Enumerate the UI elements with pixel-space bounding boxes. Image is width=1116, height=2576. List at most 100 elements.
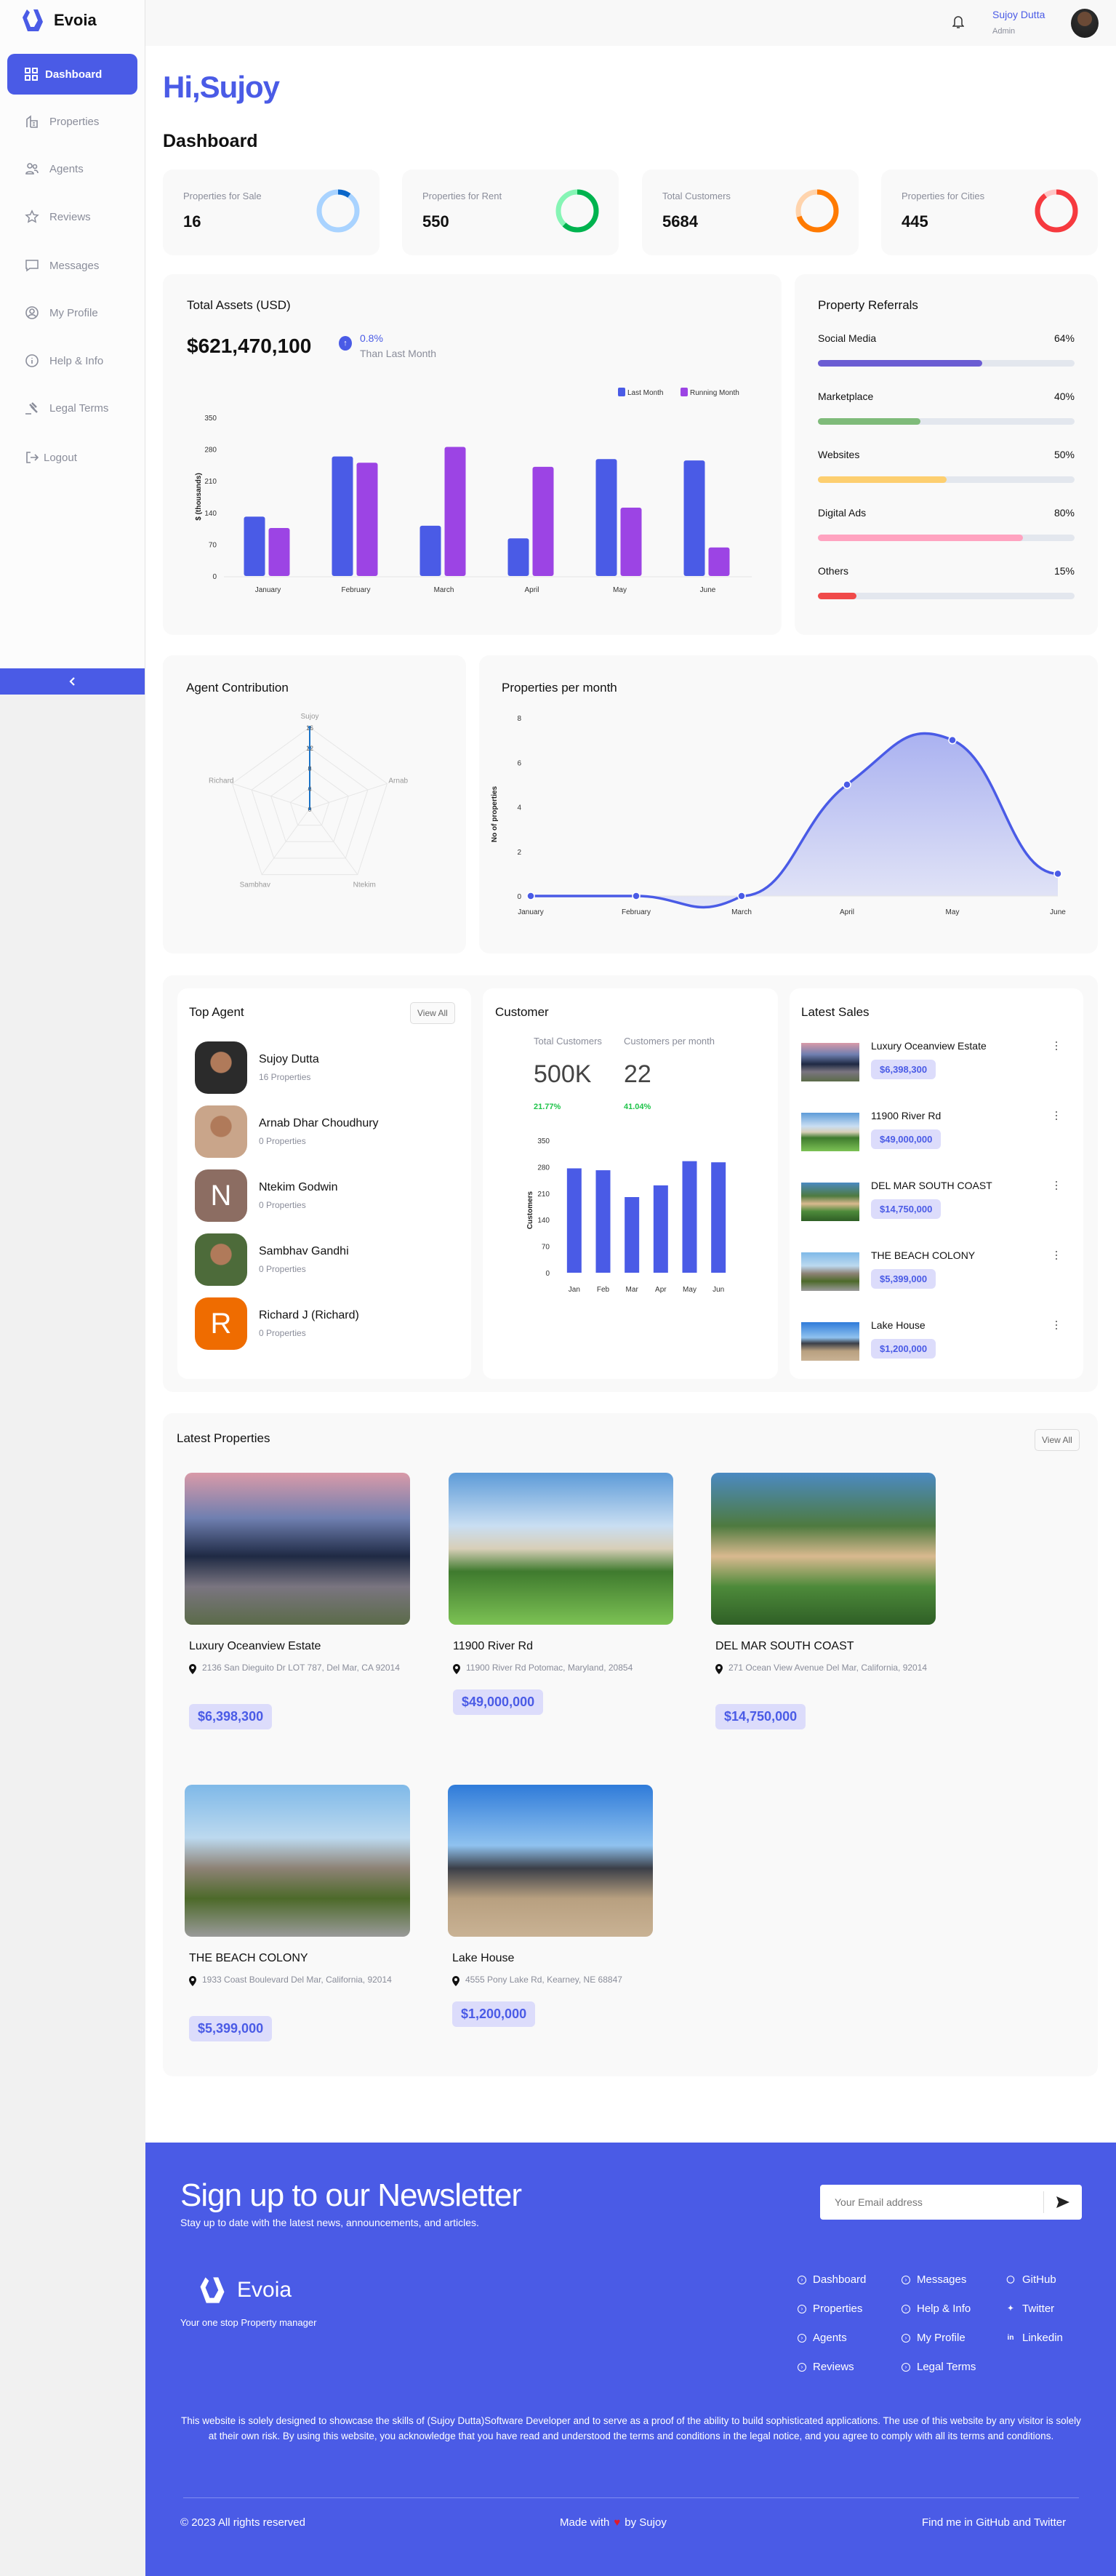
bar-running-month[interactable] (444, 447, 466, 576)
more-options-icon[interactable]: · · · (1054, 1105, 1059, 1125)
agent-avatar[interactable] (195, 1233, 247, 1286)
footer-social-link[interactable]: ◯ GitHub (1005, 2273, 1056, 2286)
footer-link[interactable]: › Legal Terms (902, 2361, 976, 2373)
footer-social-link[interactable]: in Linkedin (1005, 2332, 1063, 2344)
send-icon (1056, 2196, 1069, 2208)
sale-thumbnail[interactable] (801, 1252, 859, 1291)
bell-icon[interactable] (952, 15, 964, 29)
stat-value: 16 (183, 212, 201, 231)
footer-link[interactable]: › Agents (798, 2332, 847, 2344)
property-name[interactable]: DEL MAR SOUTH COAST (715, 1640, 854, 1653)
data-point[interactable] (843, 780, 851, 789)
data-point[interactable] (1053, 869, 1062, 879)
footer-link[interactable]: › Reviews (798, 2361, 854, 2373)
x-tick-label: May (683, 1286, 697, 1294)
app-name: Evoia (54, 11, 97, 29)
sale-name[interactable]: 11900 River Rd (871, 1110, 941, 1121)
sale-name[interactable]: Luxury Oceanview Estate (871, 1040, 987, 1052)
footer-link[interactable]: › Properties (798, 2303, 862, 2315)
data-point[interactable] (948, 735, 957, 745)
bar-running-month[interactable] (620, 507, 642, 576)
legend-label[interactable]: Running Month (690, 389, 739, 397)
sidebar-item-help-info[interactable]: Help & Info (25, 353, 103, 368)
property-name[interactable]: Lake House (452, 1952, 514, 1965)
customer-bar[interactable] (566, 1168, 582, 1273)
agent-name[interactable]: Sujoy Dutta (259, 1053, 319, 1066)
sidebar-item-messages[interactable]: Messages (25, 258, 99, 273)
property-image[interactable] (711, 1473, 936, 1625)
sidebar-item-my-profile[interactable]: My Profile (25, 305, 98, 320)
bar-last-month[interactable] (244, 516, 265, 576)
stat-value: 550 (422, 212, 449, 231)
top-agent-view-all-button[interactable]: View All (410, 1002, 455, 1024)
agent-avatar[interactable]: R (195, 1297, 247, 1350)
footer-link[interactable]: › Help & Info (902, 2303, 971, 2315)
bar-last-month[interactable] (507, 538, 529, 576)
agent-name[interactable]: Arnab Dhar Choudhury (259, 1117, 379, 1130)
sale-thumbnail[interactable] (801, 1113, 859, 1151)
email-input[interactable] (835, 2191, 1044, 2213)
customer-bar[interactable] (653, 1185, 668, 1273)
data-point[interactable] (526, 892, 535, 900)
subscribe-button[interactable] (1044, 2196, 1082, 2209)
property-image[interactable] (185, 1785, 410, 1937)
bar-last-month[interactable] (595, 459, 617, 576)
sidebar-item-dashboard[interactable]: Dashboard (7, 54, 137, 95)
sale-name[interactable]: DEL MAR SOUTH COAST (871, 1180, 992, 1191)
more-options-icon[interactable]: · · · (1054, 1175, 1059, 1195)
agent-avatar[interactable] (195, 1105, 247, 1158)
customer-bar[interactable] (682, 1161, 697, 1273)
find-me[interactable]: Find me in GitHub and Twitter (922, 2516, 1066, 2529)
bar-running-month[interactable] (356, 463, 378, 576)
customer-bar[interactable] (625, 1197, 640, 1273)
bar-running-month[interactable] (532, 466, 554, 576)
property-name[interactable]: Luxury Oceanview Estate (189, 1640, 321, 1653)
footer-social-link[interactable]: ✦ Twitter (1005, 2303, 1054, 2315)
sidebar-item-reviews[interactable]: Reviews (25, 209, 91, 224)
agent-name[interactable]: Sambhav Gandhi (259, 1245, 349, 1258)
sale-thumbnail[interactable] (801, 1043, 859, 1081)
more-options-icon[interactable]: · · · (1054, 1244, 1059, 1265)
sidebar-item-properties[interactable]: Properties (25, 114, 99, 129)
data-point[interactable] (632, 892, 641, 900)
sale-name[interactable]: Lake House (871, 1319, 926, 1331)
sidebar-item-agents[interactable]: Agents (25, 161, 84, 176)
agent-avatar[interactable] (195, 1041, 247, 1094)
referral-progress (818, 593, 1075, 599)
bar-last-month[interactable] (332, 456, 353, 576)
property-name[interactable]: 11900 River Rd (453, 1640, 533, 1653)
property-image[interactable] (185, 1473, 410, 1625)
sale-name[interactable]: THE BEACH COLONY (871, 1249, 975, 1261)
property-name[interactable]: THE BEACH COLONY (189, 1952, 308, 1965)
property-image[interactable] (448, 1785, 653, 1937)
user-avatar[interactable] (1071, 9, 1099, 38)
referral-progress (818, 360, 1075, 367)
property-image[interactable] (449, 1473, 673, 1625)
customer-bar[interactable] (595, 1170, 611, 1273)
customer-bar[interactable] (711, 1162, 726, 1273)
bar-last-month[interactable] (419, 525, 441, 576)
agent-name[interactable]: Ntekim Godwin (259, 1181, 337, 1194)
legend-label[interactable]: Last Month (627, 389, 663, 397)
y-tick-label: 0 (212, 573, 217, 581)
more-options-icon[interactable]: · · · (1054, 1314, 1059, 1335)
footer-link[interactable]: › My Profile (902, 2332, 966, 2344)
footer-link[interactable]: › Dashboard (798, 2273, 866, 2286)
bar-last-month[interactable] (683, 460, 705, 576)
user-name[interactable]: Sujoy Dutta (992, 9, 1045, 20)
logo[interactable]: Evoia (20, 7, 97, 33)
sale-thumbnail[interactable] (801, 1322, 859, 1361)
agent-avatar[interactable]: N (195, 1169, 247, 1222)
bar-running-month[interactable] (268, 527, 290, 576)
collapse-sidebar-button[interactable] (0, 668, 145, 695)
data-point[interactable] (737, 892, 746, 900)
agent-name[interactable]: Richard J (Richard) (259, 1309, 359, 1322)
latest-properties-view-all-button[interactable]: View All (1035, 1429, 1080, 1451)
stat-ring-chart (316, 189, 360, 233)
sidebar-item-logout[interactable]: Logout (25, 450, 77, 465)
footer-link[interactable]: › Messages (902, 2273, 966, 2286)
sale-thumbnail[interactable] (801, 1183, 859, 1221)
more-options-icon[interactable]: · · · (1054, 1035, 1059, 1055)
bar-running-month[interactable] (708, 547, 730, 576)
sidebar-item-legal-terms[interactable]: Legal Terms (25, 401, 108, 415)
